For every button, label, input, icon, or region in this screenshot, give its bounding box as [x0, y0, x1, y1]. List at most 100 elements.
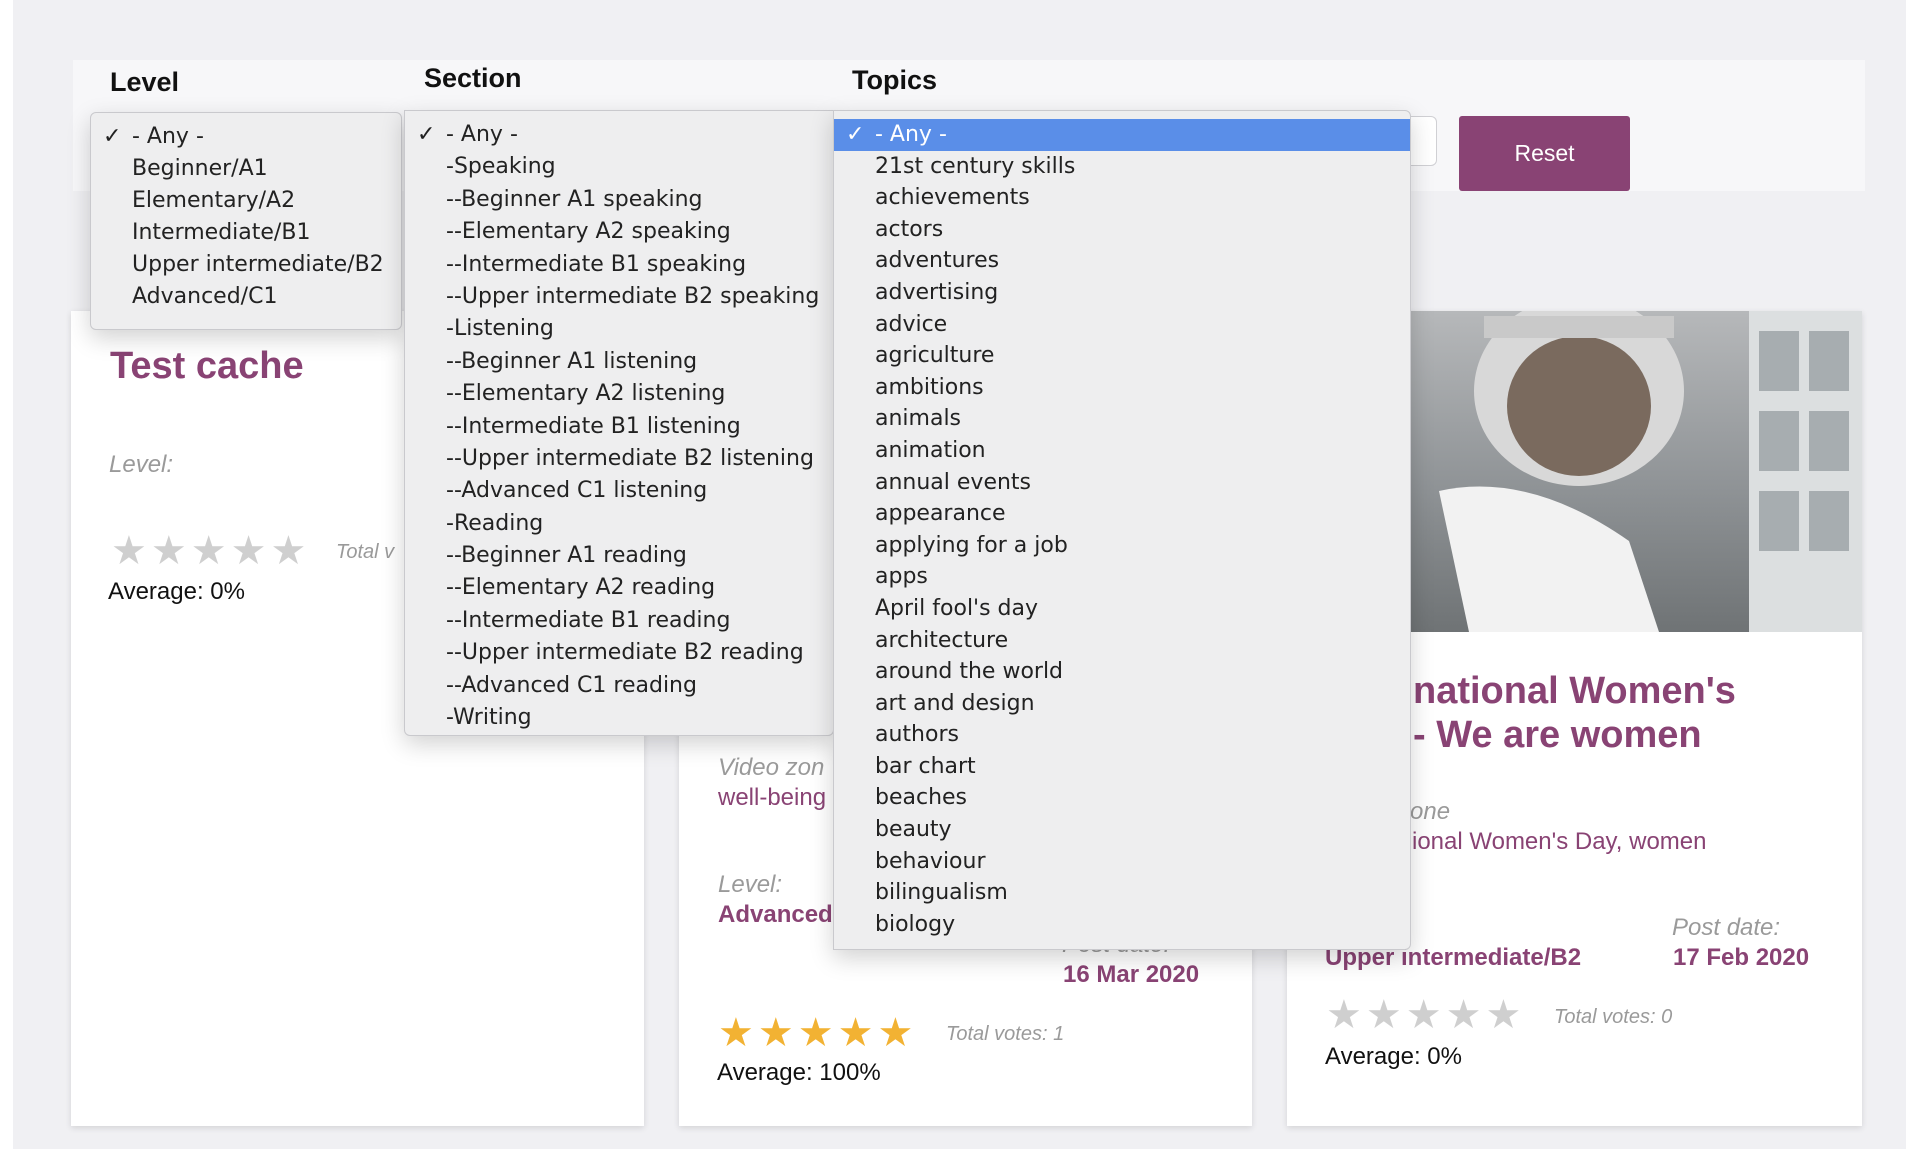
reset-button[interactable]: Reset — [1459, 116, 1630, 191]
dropdown-option[interactable]: Beginner/A1 — [91, 153, 401, 185]
card-thumbnail[interactable] — [1409, 311, 1862, 632]
dropdown-option[interactable]: bar chart — [834, 751, 1410, 783]
dropdown-option[interactable]: -Reading — [405, 508, 833, 540]
dropdown-option[interactable]: beauty — [834, 814, 1410, 846]
dropdown-option[interactable]: Advanced/C1 — [91, 281, 401, 313]
star-icon[interactable]: ★ — [111, 531, 147, 571]
dropdown-option-label: --Beginner A1 listening — [446, 348, 698, 374]
dropdown-option-label: --Intermediate B1 reading — [446, 607, 731, 633]
dropdown-option[interactable]: Elementary/A2 — [91, 185, 401, 217]
dropdown-option[interactable]: --Elementary A2 reading — [405, 572, 833, 604]
star-icon[interactable]: ★ — [231, 531, 267, 571]
dropdown-option[interactable]: beaches — [834, 782, 1410, 814]
dropdown-option[interactable]: behaviour — [834, 846, 1410, 878]
dropdown-option[interactable]: --Upper intermediate B2 listening — [405, 443, 833, 475]
dropdown-option[interactable]: bilingualism — [834, 877, 1410, 909]
star-icon[interactable]: ★ — [151, 531, 187, 571]
rating-stars[interactable]: ★ ★ ★ ★ ★ — [111, 531, 306, 571]
dropdown-option[interactable]: ambitions — [834, 372, 1410, 404]
dropdown-option[interactable]: animation — [834, 435, 1410, 467]
topics-filter-label: Topics — [852, 65, 938, 95]
dropdown-option-label: April fool's day — [875, 595, 1039, 621]
star-icon[interactable]: ★ — [718, 1013, 754, 1053]
dropdown-option[interactable]: advice — [834, 309, 1410, 341]
dropdown-option[interactable]: Upper intermediate/B2 — [91, 249, 401, 281]
dropdown-option[interactable]: --Beginner A1 reading — [405, 540, 833, 572]
level-dropdown[interactable]: ✓ - Any - Beginner/A1 Elementary/A2 Intermed… — [90, 112, 402, 330]
dropdown-option[interactable]: --Elementary A2 speaking — [405, 216, 833, 248]
dropdown-option[interactable]: --Intermediate B1 speaking — [405, 249, 833, 281]
star-icon[interactable]: ★ — [758, 1013, 794, 1053]
level-label: Level: — [109, 451, 174, 478]
dropdown-option[interactable]: Intermediate/B1 — [91, 217, 401, 249]
card-title-line-2[interactable]: - We are women — [1413, 714, 1702, 757]
section-dropdown[interactable]: ✓ - Any - -Speaking --Beginner A1 speaking -… — [404, 110, 834, 736]
star-icon[interactable]: ★ — [270, 531, 306, 571]
dropdown-option[interactable]: --Beginner A1 speaking — [405, 184, 833, 216]
dropdown-option[interactable]: apps — [834, 561, 1410, 593]
dropdown-option[interactable]: ✓ - Any - — [405, 119, 833, 151]
star-icon[interactable]: ★ — [1446, 995, 1482, 1035]
dropdown-option[interactable]: --Beginner A1 listening — [405, 346, 833, 378]
star-icon[interactable]: ★ — [1326, 995, 1362, 1035]
dropdown-option[interactable]: --Upper intermediate B2 reading — [405, 637, 833, 669]
star-icon[interactable]: ★ — [191, 531, 227, 571]
rating-stars[interactable]: ★ ★ ★ ★ ★ — [718, 1013, 913, 1053]
dropdown-option-label: Beginner/A1 — [132, 156, 268, 181]
dropdown-option-label: - Any - — [132, 124, 204, 149]
star-icon[interactable]: ★ — [1366, 995, 1402, 1035]
dropdown-option[interactable]: --Advanced C1 listening — [405, 475, 833, 507]
dropdown-option[interactable]: art and design — [834, 688, 1410, 720]
dropdown-option[interactable]: April fool's day — [834, 593, 1410, 625]
dropdown-option-label: --Beginner A1 speaking — [446, 186, 703, 212]
star-icon[interactable]: ★ — [877, 1013, 913, 1053]
dropdown-option[interactable]: --Upper intermediate B2 speaking — [405, 281, 833, 313]
star-icon[interactable]: ★ — [798, 1013, 834, 1053]
dropdown-option[interactable]: biology — [834, 909, 1410, 941]
dropdown-option[interactable]: appearance — [834, 498, 1410, 530]
dropdown-option-label: behaviour — [875, 848, 986, 874]
star-icon[interactable]: ★ — [838, 1013, 874, 1053]
dropdown-option[interactable]: achievements — [834, 182, 1410, 214]
dropdown-option[interactable]: -Speaking — [405, 151, 833, 183]
tags-link[interactable]: ional Women's Day, women — [1412, 828, 1706, 856]
dropdown-option[interactable]: agriculture — [834, 340, 1410, 372]
zone-label: Video zon — [718, 754, 825, 781]
level-value: Advanced — [718, 901, 833, 928]
dropdown-option[interactable]: --Intermediate B1 reading — [405, 605, 833, 637]
dropdown-option[interactable]: 21st century skills — [834, 151, 1410, 183]
dropdown-option[interactable]: around the world — [834, 656, 1410, 688]
dropdown-option[interactable]: advertising — [834, 277, 1410, 309]
dropdown-option[interactable]: --Advanced C1 reading — [405, 670, 833, 702]
dropdown-option[interactable]: actors — [834, 214, 1410, 246]
card-title-line-1[interactable]: national Women's — [1413, 670, 1736, 713]
dropdown-option[interactable]: adventures — [834, 245, 1410, 277]
post-date-value: 16 Mar 2020 — [1063, 961, 1200, 988]
dropdown-option-label: agriculture — [875, 343, 995, 369]
dropdown-option-label: animals — [875, 406, 962, 432]
average-rating: Average: 0% — [1325, 1043, 1462, 1070]
dropdown-option-label: architecture — [875, 627, 1009, 653]
dropdown-option-label: annual events — [875, 469, 1032, 495]
tags-link[interactable]: well-being — [718, 784, 826, 812]
star-icon[interactable]: ★ — [1485, 995, 1521, 1035]
dropdown-option[interactable]: ✓ - Any - — [91, 121, 401, 153]
dropdown-option-label: apps — [875, 564, 928, 590]
dropdown-option[interactable]: -Listening — [405, 313, 833, 345]
dropdown-option-label: actors — [875, 216, 944, 242]
star-icon[interactable]: ★ — [1406, 995, 1442, 1035]
dropdown-option[interactable]: applying for a job — [834, 530, 1410, 562]
dropdown-option[interactable]: annual events — [834, 467, 1410, 499]
card-title[interactable]: Test cache — [110, 345, 304, 388]
dropdown-option[interactable]: --Intermediate B1 listening — [405, 411, 833, 443]
dropdown-option[interactable]: authors — [834, 719, 1410, 751]
dropdown-option[interactable]: --Elementary A2 listening — [405, 378, 833, 410]
dropdown-option[interactable]: ✓ - Any - — [834, 119, 1410, 151]
dropdown-option-label: - Any - — [875, 122, 947, 147]
rating-stars[interactable]: ★ ★ ★ ★ ★ — [1326, 995, 1521, 1035]
topics-dropdown[interactable]: ✓ - Any - 21st century skills achievements a… — [833, 110, 1411, 950]
dropdown-option[interactable]: animals — [834, 403, 1410, 435]
checkmark-icon: ✓ — [846, 122, 865, 147]
dropdown-option[interactable]: architecture — [834, 625, 1410, 657]
dropdown-option[interactable]: -Writing — [405, 702, 833, 734]
